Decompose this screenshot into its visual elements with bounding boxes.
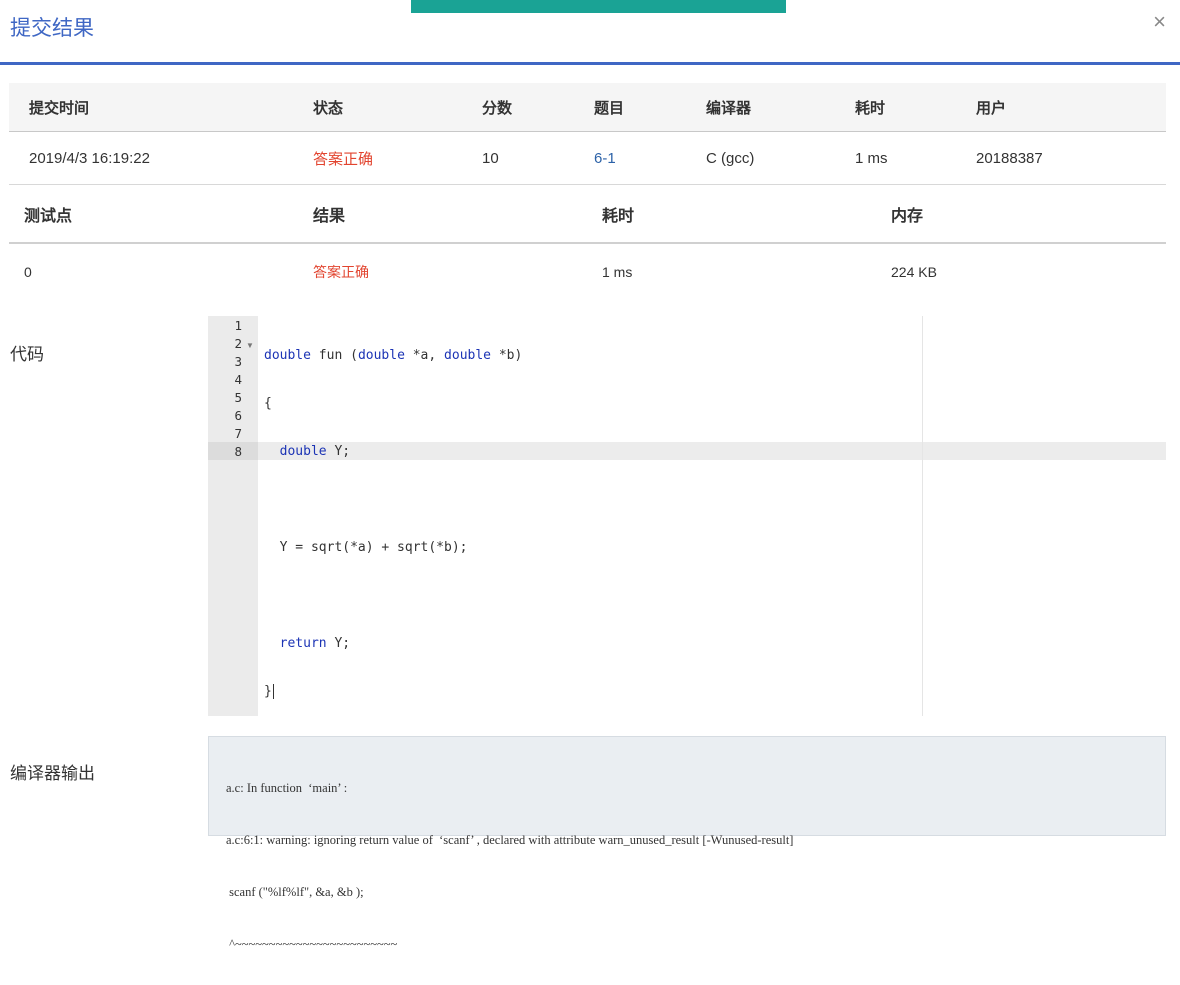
- code-line: Y = sqrt(*a) + sqrt(*b);: [264, 540, 468, 555]
- header-submit-time: 提交时间: [9, 83, 313, 132]
- code-line: }: [264, 684, 274, 699]
- header-status: 状态: [313, 83, 482, 132]
- code-line: {: [264, 396, 272, 411]
- table-row: 2019/4/3 16:19:22 答案正确 10 6-1 C (gcc) 1 …: [9, 131, 1166, 185]
- line-number: 1: [234, 318, 242, 333]
- header-compiler: 编译器: [706, 83, 855, 132]
- score: 10: [482, 131, 594, 185]
- print-margin: [922, 316, 923, 716]
- header-score: 分数: [482, 83, 594, 132]
- user-id: 20188387: [976, 131, 1166, 185]
- line-number: 2: [234, 336, 242, 351]
- test-point-id: 0: [24, 264, 32, 280]
- line-numbers: 1 2 3 4 5 6 7 8: [208, 317, 242, 461]
- text-cursor: [272, 684, 274, 699]
- compiler-output-text: a.c: In function ‘main’ : a.c:6:1: warni…: [226, 747, 793, 985]
- compiler-line: a.c: In function ‘main’ :: [226, 781, 348, 795]
- compiler-output-label: 编译器输出: [10, 764, 95, 783]
- submit-time: 2019/4/3 16:19:22: [9, 131, 313, 185]
- code-content[interactable]: double fun (double *a, double *b) { doub…: [264, 317, 522, 731]
- table-header-row: 测试点 结果 耗时 内存: [9, 186, 1166, 244]
- close-icon[interactable]: ×: [1153, 10, 1166, 34]
- header-test-time: 耗时: [602, 186, 891, 244]
- header-test-point: 测试点: [9, 186, 313, 244]
- header-user: 用户: [976, 83, 1166, 132]
- code-line: double fun (double *a, double *b): [264, 348, 523, 363]
- line-number: 3: [234, 354, 242, 369]
- code-line: double Y;: [279, 444, 351, 459]
- compiler-name: C (gcc): [706, 131, 855, 185]
- compiler-line: scanf ("%lf%lf", &a, &b );: [226, 885, 364, 899]
- line-number: 7: [234, 426, 242, 441]
- line-number: 6: [234, 408, 242, 423]
- fold-arrow-icon[interactable]: ▼: [246, 341, 254, 350]
- code-editor[interactable]: 1 2 3 4 5 6 7 8 ▼ double fun (double *a,…: [208, 316, 1166, 716]
- header-memory: 内存: [891, 186, 1166, 244]
- dialog-header: 提交结果 ×: [0, 0, 1180, 65]
- code-label: 代码: [10, 345, 44, 364]
- header-result: 结果: [313, 186, 602, 244]
- dialog-title: 提交结果: [10, 17, 94, 40]
- code-line: return Y;: [279, 636, 351, 651]
- header-time: 耗时: [855, 83, 976, 132]
- table-header-row: 提交时间 状态 分数 题目 编译器 耗时 用户: [9, 83, 1166, 132]
- compiler-output-box: a.c: In function ‘main’ : a.c:6:1: warni…: [208, 736, 1166, 951]
- problem-link[interactable]: 6-1: [594, 131, 706, 185]
- line-number: 5: [234, 390, 242, 405]
- line-number: 4: [234, 372, 242, 387]
- submission-summary-table: 提交时间 状态 分数 题目 编译器 耗时 用户 2019/4/3 16:19:2…: [9, 83, 1166, 185]
- compiler-line: ^~~~~~~~~~~~~~~~~~~~~~~~~: [226, 937, 398, 951]
- status-badge: 答案正确: [313, 131, 482, 185]
- line-number: 8: [234, 444, 242, 459]
- test-result: 答案正确: [313, 264, 369, 280]
- duration: 1 ms: [855, 131, 976, 185]
- header-problem: 题目: [594, 83, 706, 132]
- test-memory: 224 KB: [891, 264, 937, 280]
- table-row: 0 答案正确 1 ms 224 KB: [9, 243, 1166, 300]
- compiler-line: a.c:6:1: warning: ignoring return value …: [226, 833, 794, 847]
- test-cases-table: 测试点 结果 耗时 内存 0 答案正确 1 ms 224 KB: [9, 186, 1166, 300]
- test-time: 1 ms: [602, 264, 633, 280]
